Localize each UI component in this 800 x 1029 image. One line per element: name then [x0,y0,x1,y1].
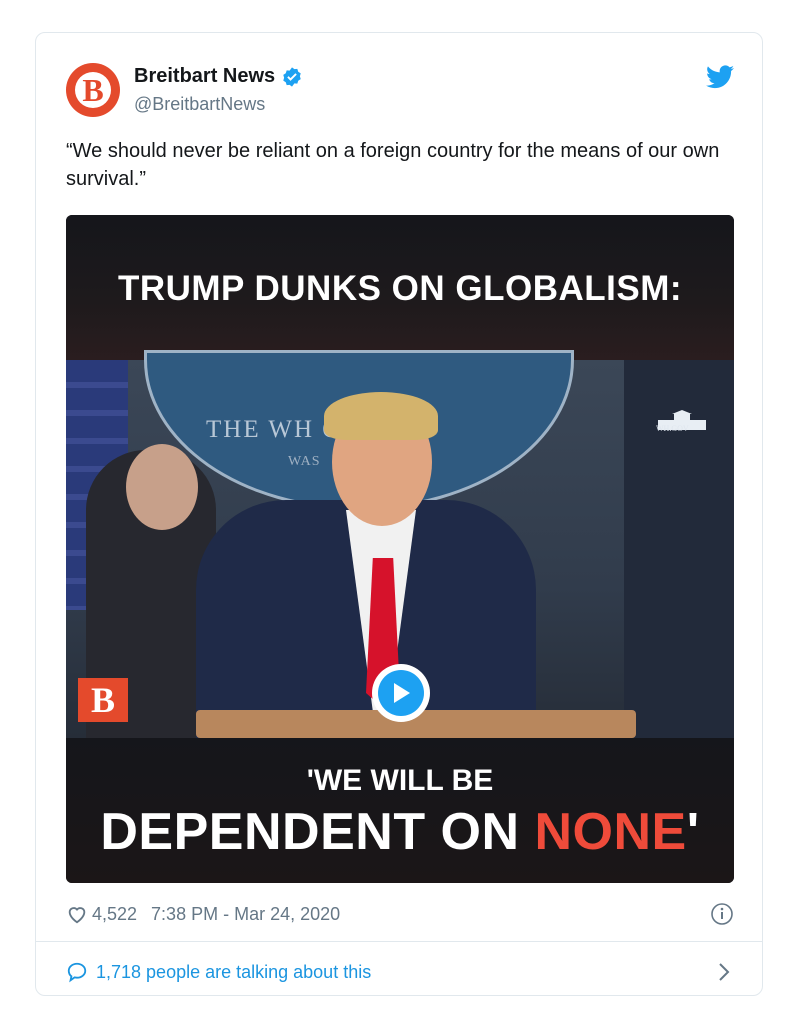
video-scene: THE WH OUSE WAS WH.GOV B [66,350,734,740]
tweet-meta-row: 4,522 7:38 PM - Mar 24, 2020 [66,899,736,929]
conversation-text[interactable]: 1,718 people are talking about this [96,962,371,983]
comment-bubble-icon [67,962,87,983]
seal-subtext: WAS [288,454,321,469]
video-top-band: TRUMP DUNKS ON GLOBALISM: [66,215,734,360]
info-icon[interactable] [710,902,734,926]
tweet-timestamp[interactable]: 7:38 PM - Mar 24, 2020 [151,904,340,925]
video-headline-big: DEPENDENT ON NONE' [66,802,734,862]
tweet-embed-card: B Breitbart News @BreitbartNews “We shou… [35,32,763,996]
conversation-link[interactable]: 1,718 people are talking about this [66,957,736,987]
author-name[interactable]: Breitbart News [134,65,275,88]
verified-badge-icon [283,66,301,87]
breitbart-corner-logo: B [78,678,128,722]
video-bottom-band: 'WE WILL BE DEPENDENT ON NONE' [66,738,734,883]
like-count[interactable]: 4,522 [92,904,137,925]
video-headline-top: TRUMP DUNKS ON GLOBALISM: [117,269,683,308]
tweet-text: “We should never be reliant on a foreign… [66,140,720,190]
white-house-logo-icon [658,410,706,430]
wh-gov-label: WH.GOV [656,424,689,433]
author-handle[interactable]: @BreitbartNews [134,94,265,115]
heart-icon[interactable] [66,903,88,925]
tweet-header: B Breitbart News @BreitbartNews [66,63,736,123]
avatar-letter: B [75,72,111,108]
background-person-head [126,444,198,530]
video-headline-mid: 'WE WILL BE [306,764,494,797]
headline-big-accent: NONE [534,803,687,861]
divider [36,941,762,942]
twitter-bird-icon[interactable] [706,65,734,89]
play-button[interactable] [372,664,430,722]
chevron-right-icon[interactable] [716,961,732,983]
author-avatar[interactable]: B [66,63,120,117]
video-media[interactable]: TRUMP DUNKS ON GLOBALISM: THE WH OUSE WA… [66,215,734,883]
speaker-hair [324,392,438,440]
headline-big-tail: ' [686,803,700,861]
author-name-row[interactable]: Breitbart News [134,65,303,88]
play-icon [378,670,424,716]
headline-big-main: DEPENDENT ON [100,803,535,861]
